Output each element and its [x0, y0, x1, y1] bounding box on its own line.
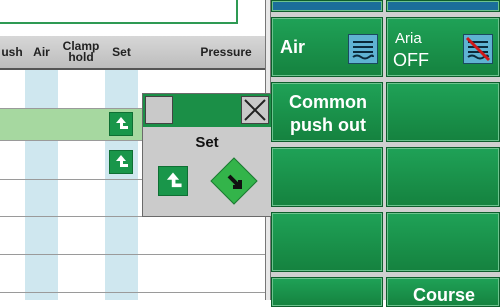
- set-arrow-icon[interactable]: [109, 112, 133, 136]
- header-clamp-hold: Clamp hold: [62, 39, 100, 64]
- close-icon[interactable]: [241, 96, 269, 124]
- air-off-icon: [463, 34, 493, 64]
- aria-button-label: Aria: [395, 30, 422, 47]
- empty-button[interactable]: [386, 147, 500, 207]
- header-pressure: Pressure: [200, 44, 252, 59]
- course-button-label: Course: [412, 285, 475, 305]
- common-push-out-label-line2: push out: [290, 115, 366, 135]
- air-button[interactable]: Air: [271, 17, 383, 77]
- row-divider: [0, 292, 268, 293]
- set-popup: Set: [142, 93, 272, 217]
- set-arrow-icon[interactable]: [109, 150, 133, 174]
- header-push: ush: [1, 44, 23, 59]
- table-header: ush Air Clamp hold Set Pressure: [0, 36, 268, 70]
- button-grid: Air Aria OFF Common push out Course: [271, 0, 500, 307]
- air-icon: [348, 34, 378, 64]
- empty-button[interactable]: [271, 277, 383, 307]
- set-arrow-icon[interactable]: [158, 166, 188, 196]
- top-tile-strip: [271, 0, 383, 12]
- course-button[interactable]: Course: [386, 277, 500, 307]
- empty-button[interactable]: [386, 212, 500, 272]
- set-column: [105, 70, 138, 300]
- empty-button[interactable]: [271, 212, 383, 272]
- empty-button[interactable]: [386, 82, 500, 142]
- aria-off-button[interactable]: Aria OFF: [386, 17, 500, 77]
- common-push-out-button[interactable]: Common push out: [271, 82, 383, 142]
- air-column: [25, 70, 58, 300]
- top-tile-strip: [386, 0, 500, 12]
- common-push-out-label-line1: Common: [289, 92, 367, 112]
- rotate-arrow-icon[interactable]: [209, 156, 259, 206]
- popup-title: Set: [195, 134, 219, 151]
- header-air: Air: [33, 44, 50, 59]
- empty-button[interactable]: [271, 147, 383, 207]
- row-divider: [0, 254, 268, 255]
- top-input-field[interactable]: [0, 0, 238, 24]
- minimize-icon[interactable]: [145, 96, 173, 124]
- aria-button-state: OFF: [393, 50, 429, 70]
- air-button-label: Air: [280, 37, 306, 57]
- header-set: Set: [112, 44, 131, 59]
